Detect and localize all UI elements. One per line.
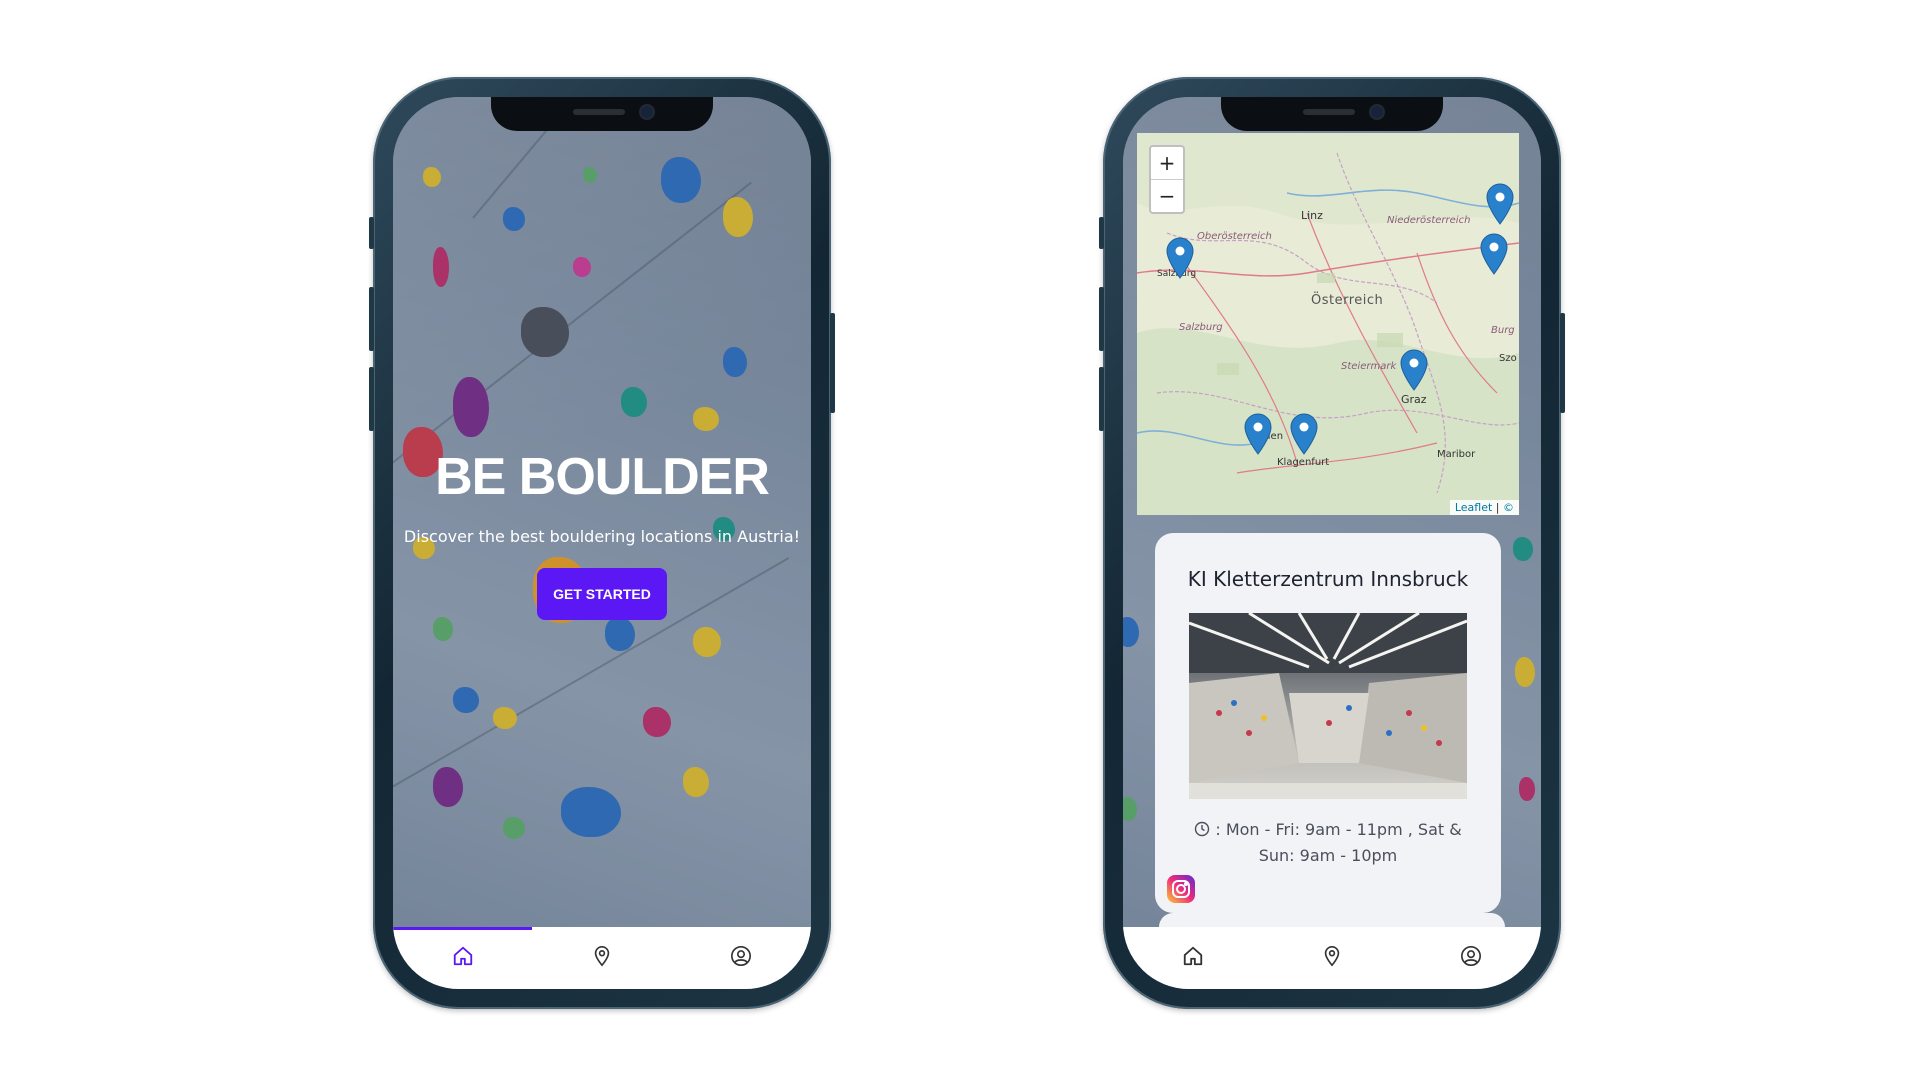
home-icon [452, 945, 474, 971]
map-attribution: Leaflet | © [1449, 500, 1519, 515]
active-tab-indicator [393, 927, 533, 930]
volume-down-button [1099, 367, 1104, 431]
location-photo [1189, 613, 1467, 799]
notch [491, 97, 713, 131]
app-title: BE BOULDER [435, 448, 770, 506]
hero: BE BOULDER Discover the best bouldering … [393, 447, 811, 620]
opening-hours-text: : Mon - Fri: 9am - 11pm , Sat & Sun: 9am… [1215, 820, 1462, 865]
volume-up-button [369, 287, 374, 351]
tab-map[interactable] [1262, 927, 1401, 989]
attribution-separator: | [1495, 501, 1500, 514]
home-screen: BE BOULDER Discover the best bouldering … [393, 97, 811, 989]
map-label-szo: Szo [1499, 353, 1517, 364]
volume-down-button [369, 367, 374, 431]
location-card[interactable]: KI Kletterzentrum Innsbruck: Mon - Fri:… [1155, 533, 1501, 913]
map-pin-icon [591, 945, 613, 971]
map-pin-icon [1321, 945, 1343, 971]
map-label-maribor: Maribor [1437, 449, 1476, 460]
map-view[interactable]: + − Linz Oberösterreich Niederösterreich… [1137, 133, 1519, 515]
opening-hours: : Mon - Fri: 9am - 11pm , Sat & Sun: 9am… [1185, 817, 1471, 869]
tab-home[interactable] [393, 927, 533, 989]
tab-home[interactable] [1123, 927, 1262, 989]
location-name: KI Kletterzentrum Innsbruck [1187, 567, 1469, 591]
mute-switch [369, 217, 374, 249]
notch [1221, 97, 1443, 131]
user-circle-icon [730, 945, 752, 971]
map-zoom-control: + − [1149, 145, 1185, 214]
map-label-linz: Linz [1301, 209, 1323, 222]
tab-bar [393, 927, 811, 989]
phone-map: + − Linz Oberösterreich Niederösterreich… [1099, 77, 1565, 1009]
map-screen: + − Linz Oberösterreich Niederösterreich… [1123, 97, 1541, 989]
get-started-button[interactable]: GET STARTED [537, 568, 667, 620]
tab-map[interactable] [532, 927, 671, 989]
volume-up-button [1099, 287, 1104, 351]
user-circle-icon [1460, 945, 1482, 971]
phone-home: BE BOULDER Discover the best bouldering … [369, 77, 835, 1009]
tab-profile[interactable] [672, 927, 811, 989]
map-label-steiermark: Steiermark [1341, 361, 1397, 372]
map-pin-vienna-2[interactable] [1479, 233, 1509, 275]
map-label-burg: Burg [1491, 325, 1515, 336]
clock-icon [1194, 820, 1215, 839]
power-button [830, 313, 835, 413]
power-button [1560, 313, 1565, 413]
tab-profile[interactable] [1402, 927, 1541, 989]
map-label-klagenfurt: Klagenfurt [1277, 457, 1330, 468]
zoom-out-button[interactable]: − [1151, 179, 1183, 212]
mute-switch [1099, 217, 1104, 249]
map-label-graz: Graz [1401, 393, 1427, 406]
home-icon [1182, 945, 1204, 971]
map-pin-vienna-1[interactable] [1485, 183, 1515, 225]
map-label-salzburg-region: Salzburg [1179, 322, 1223, 333]
instagram-icon[interactable] [1167, 875, 1195, 903]
map-pin-salzburg[interactable] [1165, 237, 1195, 279]
map-pin-klagenfurt[interactable] [1289, 413, 1319, 455]
map-pin-graz[interactable] [1399, 349, 1429, 391]
map-label-niederoesterreich: Niederösterreich [1387, 215, 1471, 226]
copyright-link[interactable]: © [1503, 501, 1514, 514]
map-label-oberoesterreich: Oberösterreich [1197, 231, 1272, 242]
app-subtitle: Discover the best bouldering locations i… [403, 527, 801, 546]
tab-bar [1123, 927, 1541, 989]
map-pin-villach[interactable] [1243, 413, 1273, 455]
map-label-oesterreich: Österreich [1311, 293, 1384, 308]
leaflet-link[interactable]: Leaflet [1455, 501, 1492, 514]
zoom-in-button[interactable]: + [1151, 147, 1183, 179]
next-location-card-peek [1123, 913, 1541, 927]
